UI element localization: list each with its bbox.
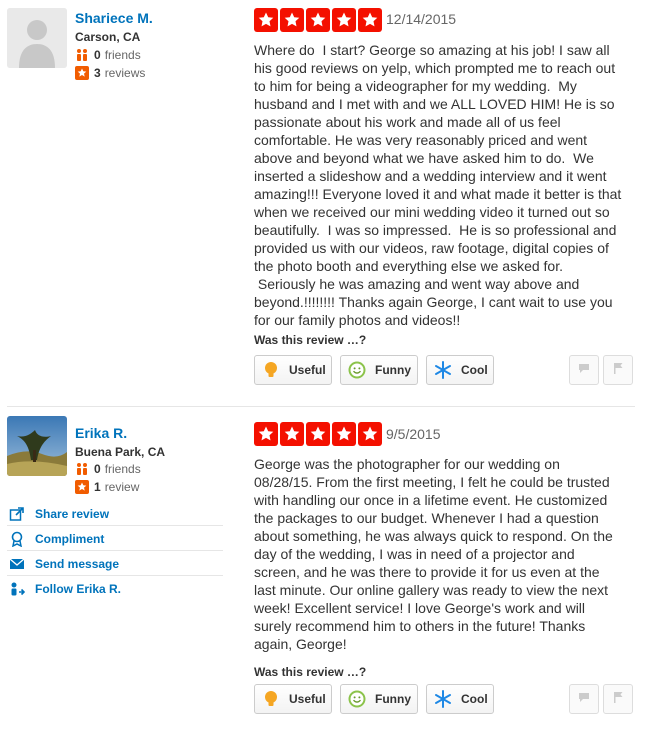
reviews-count: 1 review [75, 479, 139, 495]
send-message-link[interactable]: Send message [7, 552, 223, 576]
helpful-prompt: Was this review …? [254, 333, 367, 347]
cool-button[interactable]: Cool [426, 355, 494, 385]
review-star-icon [75, 66, 89, 80]
reviews-label: review [104, 480, 140, 494]
friends-count: 0 friends [75, 461, 141, 477]
landscape-photo-icon [7, 416, 67, 476]
envelope-icon [7, 554, 27, 574]
lightbulb-icon [261, 689, 281, 709]
follow-user-link[interactable]: Follow Erika R. [7, 577, 223, 601]
star-icon [254, 8, 278, 32]
share-review-label: Share review [35, 506, 110, 521]
follow-icon [7, 579, 27, 599]
reviews-number: 1 [94, 480, 101, 494]
snowflake-icon [433, 360, 453, 380]
star-icon [332, 8, 356, 32]
compliment-link[interactable]: Compliment [7, 527, 223, 551]
lightbulb-icon [261, 360, 281, 380]
funny-button[interactable]: Funny [340, 684, 418, 714]
star-icon [306, 8, 330, 32]
user-avatar[interactable] [7, 8, 67, 68]
user-location: Carson, CA [75, 30, 141, 44]
funny-label: Funny [375, 692, 411, 706]
friends-number: 0 [94, 48, 101, 62]
star-rating [254, 8, 382, 32]
review-text: George was the photographer for our wedd… [254, 456, 613, 652]
review-divider [7, 406, 635, 407]
speech-bubble-icon [577, 361, 591, 380]
friends-label: friends [104, 462, 141, 476]
star-rating [254, 422, 382, 446]
report-button[interactable] [603, 684, 633, 714]
cool-label: Cool [461, 363, 488, 377]
cool-button[interactable]: Cool [426, 684, 494, 714]
review-star-icon [75, 480, 89, 494]
speech-bubble-icon [577, 690, 591, 709]
smiley-icon [347, 689, 367, 709]
star-icon [306, 422, 330, 446]
reviews-label: reviews [104, 66, 146, 80]
send-message-label: Send message [35, 556, 120, 571]
star-icon [358, 8, 382, 32]
comment-button[interactable] [569, 684, 599, 714]
smiley-icon [347, 360, 367, 380]
share-icon [7, 504, 27, 524]
star-icon [254, 422, 278, 446]
review-text: Where do I start? George so amazing at h… [254, 42, 622, 328]
star-icon [332, 422, 356, 446]
star-icon [280, 8, 304, 32]
useful-label: Useful [289, 692, 326, 706]
star-icon [280, 422, 304, 446]
useful-button[interactable]: Useful [254, 355, 332, 385]
flag-icon [611, 690, 625, 709]
friends-number: 0 [94, 462, 101, 476]
share-review-link[interactable]: Share review [7, 502, 223, 526]
user-name[interactable]: Erika R. [75, 425, 127, 441]
user-location: Buena Park, CA [75, 445, 166, 459]
user-avatar[interactable] [7, 416, 67, 476]
friends-label: friends [104, 48, 141, 62]
snowflake-icon [433, 689, 453, 709]
reviews-count: 3 reviews [75, 65, 145, 81]
reviews-number: 3 [94, 66, 101, 80]
flag-icon [611, 361, 625, 380]
user-name[interactable]: Shariece M. [75, 10, 153, 26]
default-avatar-icon [7, 8, 67, 68]
cool-label: Cool [461, 692, 488, 706]
helpful-prompt: Was this review …? [254, 665, 367, 679]
friends-icon [75, 462, 89, 476]
useful-label: Useful [289, 363, 326, 377]
funny-label: Funny [375, 363, 411, 377]
review-date: 12/14/2015 [386, 11, 457, 27]
funny-button[interactable]: Funny [340, 355, 418, 385]
award-icon [7, 529, 27, 549]
star-icon [358, 422, 382, 446]
review-item: Erika R. Buena Park, CA 0 friends 1 revi… [0, 408, 652, 734]
review-date: 9/5/2015 [386, 426, 441, 442]
comment-button[interactable] [569, 355, 599, 385]
compliment-label: Compliment [35, 531, 105, 546]
report-button[interactable] [603, 355, 633, 385]
useful-button[interactable]: Useful [254, 684, 332, 714]
follow-user-label: Follow Erika R. [35, 582, 122, 596]
friends-icon [75, 48, 89, 62]
friends-count: 0 friends [75, 47, 141, 63]
review-item: Shariece M. Carson, CA 0 friends 3 revie… [0, 0, 652, 405]
